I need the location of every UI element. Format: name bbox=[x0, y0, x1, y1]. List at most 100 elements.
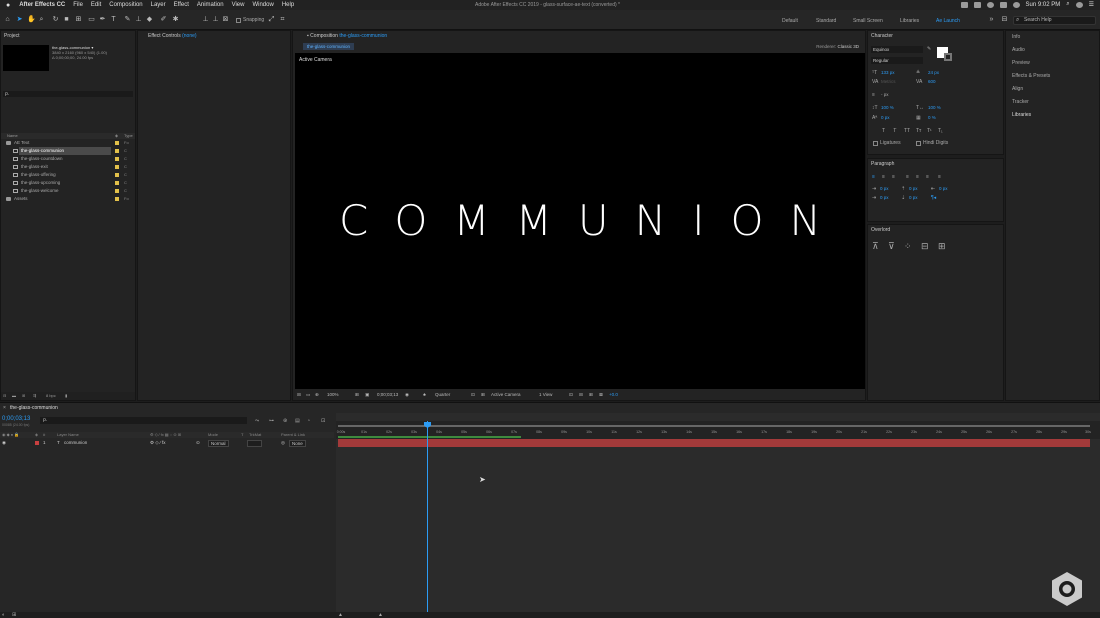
zoom-tool-icon[interactable]: ⌕ bbox=[38, 16, 45, 23]
timeline-tab[interactable]: the-glass-communion bbox=[10, 405, 58, 411]
justify-center-icon[interactable]: ≡ bbox=[916, 174, 919, 180]
shape-transfer-icon[interactable]: ⁘ bbox=[904, 241, 912, 252]
app-menu[interactable]: After Effects CC bbox=[19, 2, 65, 8]
menu-window[interactable]: Window bbox=[252, 2, 273, 8]
workspace-default[interactable]: Default bbox=[782, 18, 798, 24]
clone-stamp-tool-icon[interactable]: ⊥ bbox=[135, 16, 142, 23]
rotate-tool-icon[interactable]: ↻ bbox=[52, 16, 59, 23]
frame-blending-icon[interactable]: ▤ bbox=[295, 418, 300, 424]
current-time[interactable]: 0;00;03;13 bbox=[377, 391, 398, 399]
flowchart-icon[interactable]: ⇶ bbox=[33, 392, 36, 400]
comp-mini-flowchart-icon[interactable]: ⤳ bbox=[255, 418, 259, 424]
label-swatch[interactable] bbox=[115, 181, 119, 185]
toggle-pixel-aspect-icon[interactable]: ⊡ bbox=[569, 391, 573, 399]
justify-left-icon[interactable]: ≡ bbox=[906, 174, 909, 180]
justify-all-icon[interactable]: ≡ bbox=[938, 174, 941, 180]
eyedropper-icon[interactable]: ✎ bbox=[927, 46, 931, 52]
align-left-icon[interactable]: ≡ bbox=[872, 174, 875, 180]
grid-icon[interactable]: ⊞ bbox=[355, 391, 359, 399]
timeline-current-time[interactable]: 0;00;03;13 bbox=[2, 416, 30, 422]
blend-mode-dropdown[interactable]: Normal bbox=[208, 439, 229, 447]
layer-switches-icon[interactable]: ⚙ ◇ ∕ fx bbox=[150, 439, 166, 447]
zoom-in-icon[interactable]: ▲ bbox=[378, 612, 383, 618]
type-tool-icon[interactable]: T bbox=[110, 16, 117, 23]
superscript-icon[interactable]: T¹ bbox=[927, 128, 932, 134]
pull-to-ai-icon[interactable]: ⊽ bbox=[888, 241, 895, 252]
info-panel-tab[interactable]: Info bbox=[1012, 34, 1020, 40]
label-swatch[interactable] bbox=[115, 141, 119, 145]
col-layer-name[interactable]: Layer Name bbox=[57, 432, 79, 438]
zoom-out-icon[interactable]: ▲ bbox=[338, 612, 343, 618]
snap-features-icon[interactable]: ⌗ bbox=[279, 16, 286, 23]
space-before-value[interactable]: 0 px bbox=[909, 186, 918, 191]
search-help-input[interactable]: ⌕ Search Help bbox=[1013, 16, 1096, 25]
trash-icon[interactable]: ▮ bbox=[65, 392, 67, 400]
3d-layer-icon[interactable]: ⊙ bbox=[196, 439, 200, 447]
workspace-small-screen[interactable]: Small Screen bbox=[853, 18, 883, 24]
menu-view[interactable]: View bbox=[232, 2, 245, 8]
space-after-value[interactable]: 0 px bbox=[909, 195, 918, 200]
color-channel-icon[interactable]: ♣ bbox=[423, 391, 426, 399]
character-title[interactable]: Character bbox=[871, 33, 893, 39]
subscript-icon[interactable]: T₁ bbox=[938, 128, 943, 134]
puppet-tool-icon[interactable]: ✱ bbox=[172, 16, 179, 23]
interpret-footage-icon[interactable]: ⊟ bbox=[3, 392, 6, 400]
menu-help[interactable]: Help bbox=[282, 2, 294, 8]
indent-left-value[interactable]: 0 px bbox=[880, 186, 889, 191]
creative-cloud-icon[interactable] bbox=[986, 1, 994, 8]
effects-presets-panel-tab[interactable]: Effects & Presets bbox=[1012, 73, 1050, 79]
local-axis-icon[interactable]: ⊥ bbox=[202, 16, 209, 23]
libraries-panel-tab[interactable]: Libraries bbox=[1012, 112, 1031, 118]
indent-right-value[interactable]: 0 px bbox=[939, 186, 948, 191]
comp-viewer-tab[interactable]: the-glass-communion bbox=[303, 43, 355, 50]
snapping-checkbox[interactable] bbox=[236, 17, 241, 23]
draft-3d-icon[interactable]: ⊞ bbox=[589, 391, 593, 399]
overlord-settings-icon[interactable]: ⊟ bbox=[921, 241, 929, 252]
tracking-value[interactable]: 600 bbox=[928, 79, 936, 84]
battery-icon[interactable] bbox=[999, 1, 1007, 8]
label-swatch[interactable] bbox=[115, 173, 119, 177]
pan-behind-tool-icon[interactable]: ⊞ bbox=[75, 16, 82, 23]
shy-layers-icon[interactable]: ⊛ bbox=[283, 418, 287, 424]
menu-animation[interactable]: Animation bbox=[197, 2, 224, 8]
menu-file[interactable]: File bbox=[73, 2, 83, 8]
workspace-ae-launch[interactable]: Ae Launch bbox=[936, 18, 960, 24]
toggle-transparency-icon[interactable]: ⊞ bbox=[481, 391, 485, 399]
expand-switches-icon[interactable]: ⊞ bbox=[12, 612, 16, 618]
all-caps-icon[interactable]: TT bbox=[904, 128, 910, 134]
small-caps-icon[interactable]: Tт bbox=[916, 128, 921, 134]
graph-editor-icon[interactable]: ⊡ bbox=[321, 418, 325, 424]
apple-menu-icon[interactable]: ● bbox=[6, 2, 10, 9]
overlord-add-icon[interactable]: ⊞ bbox=[938, 241, 946, 252]
text-direction-icon[interactable]: ¶◂ bbox=[931, 195, 936, 201]
font-size-value[interactable]: 133 px bbox=[881, 70, 895, 75]
brush-tool-icon[interactable]: ✎ bbox=[124, 16, 131, 23]
faux-italic-icon[interactable]: T bbox=[893, 128, 896, 134]
timeline-track-area[interactable]: 0:00s 01s 02s 03s 04s 05s 06s 07s 08s 09… bbox=[336, 413, 1100, 618]
align-right-icon[interactable]: ≡ bbox=[892, 174, 895, 180]
label-swatch[interactable] bbox=[115, 157, 119, 161]
rectangle-tool-icon[interactable]: ▭ bbox=[88, 16, 95, 23]
pen-tool-icon[interactable]: ✒ bbox=[99, 16, 106, 23]
eraser-tool-icon[interactable]: ◆ bbox=[146, 16, 153, 23]
align-panel-tab[interactable]: Align bbox=[1012, 86, 1023, 92]
faux-bold-icon[interactable]: T bbox=[882, 128, 885, 134]
project-item-upcoming[interactable]: the-glass-upcoming C bbox=[1, 179, 135, 187]
more-workspaces-icon[interactable]: » bbox=[988, 16, 995, 23]
sync-icon[interactable]: ⊟ bbox=[1001, 16, 1008, 23]
align-center-icon[interactable]: ≡ bbox=[882, 174, 885, 180]
first-line-value[interactable]: 0 px bbox=[880, 195, 889, 200]
project-item-welcome[interactable]: the-glass-welcome C bbox=[1, 187, 135, 195]
pick-whip-icon[interactable]: ◎ bbox=[281, 439, 285, 447]
project-search-input[interactable]: ρ. bbox=[3, 91, 133, 97]
project-item-offering[interactable]: the-glass-offering C bbox=[1, 171, 135, 179]
workspace-libraries[interactable]: Libraries bbox=[900, 18, 919, 24]
baseline-shift-value[interactable]: 0 px bbox=[881, 115, 890, 120]
leading-value[interactable]: 24 px bbox=[928, 70, 939, 75]
label-swatch[interactable] bbox=[115, 149, 119, 153]
label-swatch[interactable] bbox=[115, 197, 119, 201]
layer-label-swatch[interactable] bbox=[35, 441, 39, 445]
stroke-width-value[interactable]: - px bbox=[881, 92, 889, 97]
parent-dropdown[interactable]: None bbox=[289, 439, 306, 447]
layer-duration-bar[interactable] bbox=[338, 439, 1090, 447]
